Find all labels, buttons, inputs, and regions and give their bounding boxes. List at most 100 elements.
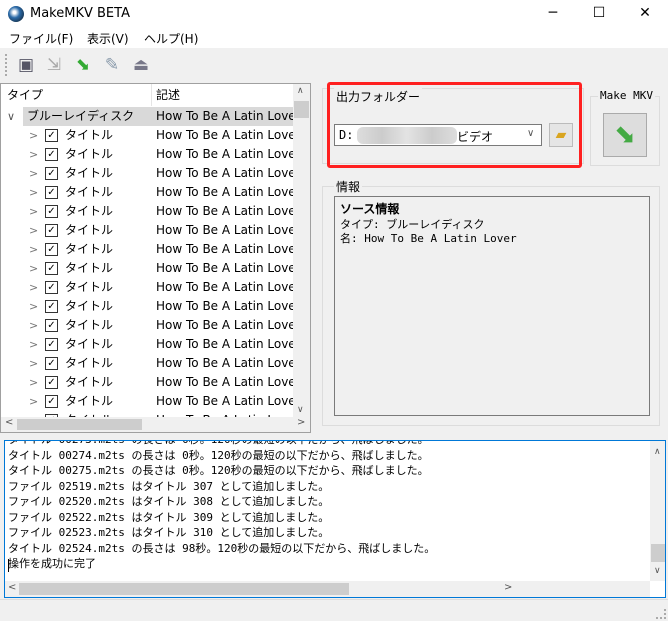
chevron-right-icon[interactable]: > <box>29 221 38 240</box>
title-checkbox[interactable]: ✓ <box>45 243 58 256</box>
title-row[interactable]: > ✓ タイトル How To Be A Latin Lover <box>1 316 293 335</box>
resize-grip[interactable] <box>656 609 666 619</box>
blurred-path <box>357 127 457 144</box>
title-checkbox[interactable]: ✓ <box>45 376 58 389</box>
output-folder-select[interactable]: D: ビデオ ∨ <box>334 124 542 146</box>
title-checkbox[interactable]: ✓ <box>45 167 58 180</box>
chevron-right-icon[interactable]: > <box>29 126 38 145</box>
title-checkbox[interactable]: ✓ <box>45 395 58 408</box>
title-row[interactable]: > ✓ タイトル How To Be A Latin Lover <box>1 259 293 278</box>
chevron-right-icon[interactable]: > <box>29 145 38 164</box>
title-desc: How To Be A Latin Lover <box>156 356 293 370</box>
title-checkbox[interactable]: ✓ <box>45 205 58 218</box>
title-desc: How To Be A Latin Lover <box>156 166 293 180</box>
chevron-right-icon[interactable]: > <box>29 278 38 297</box>
chevron-right-icon[interactable]: > <box>29 202 38 221</box>
menu-view[interactable]: 表示(V) <box>87 30 129 47</box>
info-panel: ソース情報 タイプ: ブルーレイディスク 名: How To Be A Lati… <box>334 196 650 416</box>
title-row[interactable]: > ✓ タイトル How To Be A Latin Lover <box>1 278 293 297</box>
title-row[interactable]: > ✓ タイトル How To Be A Latin Lover <box>1 202 293 221</box>
menu-file[interactable]: ファイル(F) <box>9 30 73 47</box>
title-tree[interactable]: タイプ 記述 ∨ ブルーレイディスク How To Be A Latin Lov… <box>0 83 311 433</box>
title-checkbox[interactable]: ✓ <box>45 357 58 370</box>
toolbar: ▣ ⇲ ⬊ ✎ ⏏ <box>0 49 668 81</box>
chevron-right-icon[interactable]: > <box>29 297 38 316</box>
title-checkbox[interactable]: ✓ <box>45 319 58 332</box>
title-checkbox[interactable]: ✓ <box>45 262 58 275</box>
title-type: タイトル <box>65 185 114 199</box>
title-checkbox[interactable]: ✓ <box>45 186 58 199</box>
tree-vertical-scrollbar[interactable]: ∧ ∨ <box>293 84 310 417</box>
log-horizontal-scrollbar[interactable]: < > <box>5 581 650 597</box>
title-checkbox[interactable]: ✓ <box>45 148 58 161</box>
browse-folder-button[interactable]: ▰ <box>549 123 573 147</box>
info-name: 名: How To Be A Latin Lover <box>340 232 517 245</box>
title-row[interactable]: > ✓ タイトル How To Be A Latin Lover <box>1 126 293 145</box>
backup-icon[interactable]: ⬊ <box>71 54 95 76</box>
title-row[interactable]: > ✓ タイトル How To Be A Latin Lover <box>1 354 293 373</box>
title-desc: How To Be A Latin Lover <box>156 375 293 389</box>
column-description[interactable]: 記述 <box>156 84 180 106</box>
close-button[interactable]: ✕ <box>622 0 668 28</box>
info-heading: ソース情報 <box>340 202 400 216</box>
title-row[interactable]: > ✓ タイトル How To Be A Latin Lover <box>1 145 293 164</box>
menu-help[interactable]: ヘルプ(H) <box>144 30 198 47</box>
chevron-right-icon[interactable]: > <box>29 164 38 183</box>
chevron-right-icon[interactable]: > <box>29 183 38 202</box>
title-type: タイトル <box>65 337 114 351</box>
title-type: タイトル <box>65 166 114 180</box>
eject-icon[interactable]: ⏏ <box>129 54 153 76</box>
chevron-right-icon[interactable]: > <box>29 354 38 373</box>
title-row[interactable]: > ✓ タイトル How To Be A Latin Lover <box>1 392 293 411</box>
chevron-right-icon[interactable]: > <box>29 392 38 411</box>
title-row[interactable]: > ✓ タイトル How To Be A Latin Lover <box>1 183 293 202</box>
title-checkbox[interactable]: ✓ <box>45 129 58 142</box>
app-logo-icon <box>8 6 24 22</box>
tree-root-row[interactable]: ∨ ブルーレイディスク How To Be A Latin Lover <box>1 107 293 126</box>
make-mkv-button[interactable]: ⬊ <box>603 113 647 157</box>
wrench-icon[interactable]: ✎ <box>100 54 124 76</box>
title-row[interactable]: > ✓ タイトル How To Be A Latin Lover <box>1 221 293 240</box>
tree-horizontal-scrollbar[interactable]: < > <box>1 417 310 432</box>
open-disc-icon[interactable]: ⇲ <box>42 54 66 76</box>
title-desc: How To Be A Latin Lover <box>156 147 293 161</box>
log-line: ファイル 02519.m2ts はタイトル 307 として追加しました。 <box>8 479 330 493</box>
title-checkbox[interactable]: ✓ <box>45 281 58 294</box>
log-line: ファイル 02520.m2ts はタイトル 308 として追加しました。 <box>8 495 330 508</box>
open-files-icon[interactable]: ▣ <box>14 54 38 76</box>
log-output[interactable]: タイトル 00273.m2ts の長さは 0秒。120秒の最短の以下だから、飛ば… <box>4 440 666 598</box>
title-row[interactable]: > ✓ タイトル How To Be A Latin Lover <box>1 335 293 354</box>
maximize-button[interactable]: ☐ <box>576 0 622 28</box>
path-end: ビデオ <box>457 130 494 144</box>
title-checkbox[interactable]: ✓ <box>45 300 58 313</box>
log-line: ファイル 02523.m2ts はタイトル 310 として追加しました。 <box>8 526 330 539</box>
chevron-down-icon[interactable]: ∨ <box>7 107 15 126</box>
title-checkbox[interactable]: ✓ <box>45 338 58 351</box>
root-type: ブルーレイディスク <box>27 109 135 123</box>
chevron-right-icon[interactable]: > <box>29 373 38 392</box>
title-type: タイトル <box>65 318 114 332</box>
title-row[interactable]: > ✓ タイトル How To Be A Latin Lover <box>1 164 293 183</box>
column-type[interactable]: タイプ <box>7 84 43 106</box>
chevron-right-icon[interactable]: > <box>29 259 38 278</box>
log-line: 操作を成功に完了 <box>8 557 96 570</box>
title-bar: MakeMKV BETA ─ ☐ ✕ <box>0 0 668 28</box>
chevron-down-icon: ∨ <box>527 128 535 139</box>
title-checkbox[interactable]: ✓ <box>45 224 58 237</box>
toolbar-grip[interactable] <box>5 54 7 76</box>
log-line: ファイル 02522.m2ts はタイトル 309 として追加しました。 <box>8 510 330 524</box>
title-row[interactable]: > ✓ タイトル How To Be A Latin Lover <box>1 240 293 259</box>
title-row[interactable]: > ✓ タイトル How To Be A Latin Lover <box>1 373 293 392</box>
chevron-right-icon[interactable]: > <box>29 335 38 354</box>
chevron-right-icon[interactable]: > <box>29 240 38 259</box>
log-vertical-scrollbar[interactable]: ∧ ∨ <box>650 441 665 581</box>
window-title: MakeMKV BETA <box>30 6 130 21</box>
minimize-button[interactable]: ─ <box>530 0 576 28</box>
chevron-right-icon[interactable]: > <box>29 316 38 335</box>
log-line: タイトル 00275.m2ts の長さは 0秒。120秒の最短の以下だから、飛ば… <box>8 464 429 477</box>
title-type: タイトル <box>65 356 114 370</box>
title-desc: How To Be A Latin Lover <box>156 128 293 142</box>
title-row[interactable]: > ✓ タイトル How To Be A Latin Lover <box>1 297 293 316</box>
title-desc: How To Be A Latin Lover <box>156 223 293 237</box>
title-desc: How To Be A Latin Lover <box>156 318 293 332</box>
